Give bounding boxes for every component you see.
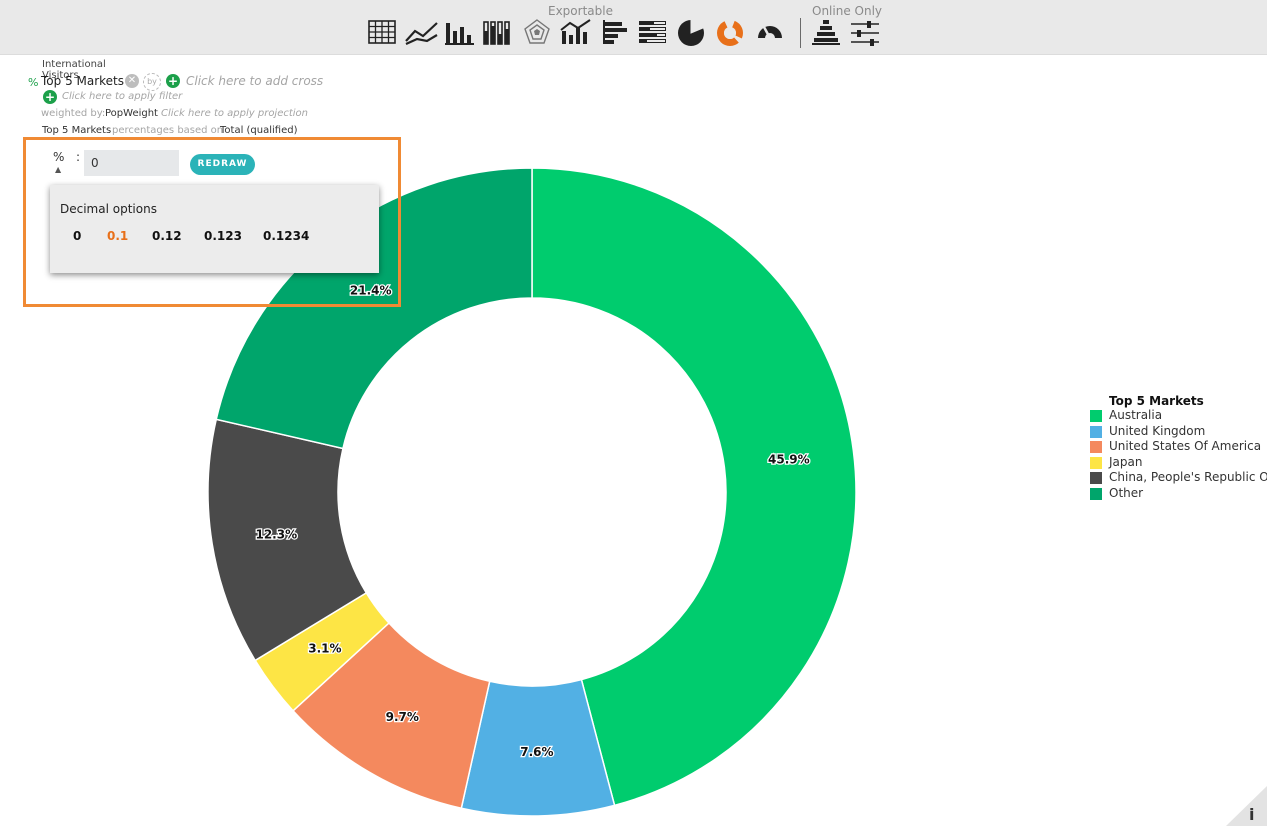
legend-label: China, People's Republic Of xyxy=(1109,470,1267,484)
legend-item-usa[interactable]: United States Of America xyxy=(1090,439,1267,455)
decimal-separator: : xyxy=(76,150,81,164)
redraw-button[interactable]: REDRAW xyxy=(190,154,255,175)
decimal-row: % ▲ : xyxy=(53,150,80,174)
decimal-value-input[interactable] xyxy=(84,150,179,176)
data-label-united-states-of-america: 9.7% xyxy=(386,710,419,724)
decimal-option-2[interactable]: 0.12 xyxy=(152,229,182,243)
info-corner[interactable] xyxy=(1226,786,1267,826)
legend-label: United Kingdom xyxy=(1109,423,1206,438)
info-icon[interactable]: i xyxy=(1249,805,1254,824)
legend-item-japan[interactable]: Japan xyxy=(1090,455,1267,471)
decimal-options-popup: Decimal options 0 0.1 0.12 0.123 0.1234 xyxy=(50,185,379,273)
decimal-option-1[interactable]: 0.1 xyxy=(107,229,128,243)
legend-item-other[interactable]: Other xyxy=(1090,486,1267,502)
legend-label: United States Of America xyxy=(1109,439,1262,453)
legend-swatch xyxy=(1090,487,1102,500)
legend-item-china[interactable]: China, People's Republic Of xyxy=(1090,470,1267,486)
caret-up-icon: ▲ xyxy=(55,165,62,174)
data-label-united-kingdom: 7.6% xyxy=(520,745,553,759)
data-label-other: 21.4% xyxy=(350,283,392,297)
legend-swatch xyxy=(1090,456,1102,469)
legend-label: Australia xyxy=(1109,408,1163,422)
decimal-option-3[interactable]: 0.123 xyxy=(204,229,242,243)
decimal-options-title: Decimal options xyxy=(60,202,157,216)
legend-swatch xyxy=(1090,410,1102,422)
legend-label: Japan xyxy=(1109,454,1143,469)
legend-label: Other xyxy=(1109,485,1144,500)
legend-title: Top 5 Markets xyxy=(1109,394,1204,408)
legend-item-australia[interactable]: Australia xyxy=(1090,408,1267,424)
decimal-option-0[interactable]: 0 xyxy=(73,229,81,243)
donut-chart: 45.9% 7.6% 9.7% 3.1% 12.3% 21.4% xyxy=(207,167,857,817)
chart-legend: Top 5 Markets Australia United Kingdom U… xyxy=(1090,394,1267,501)
legend-swatch xyxy=(1090,472,1102,484)
data-label-japan: 3.1% xyxy=(308,642,341,656)
data-label-china-people-s-republic-of: 12.3% xyxy=(255,527,297,541)
decimal-symbol[interactable]: % xyxy=(53,150,64,164)
legend-item-united-kingdom[interactable]: United Kingdom xyxy=(1090,424,1267,440)
data-label-australia: 45.9% xyxy=(768,453,810,467)
decimal-option-4[interactable]: 0.1234 xyxy=(263,229,309,243)
legend-swatch xyxy=(1090,425,1102,438)
legend-swatch xyxy=(1090,441,1102,453)
